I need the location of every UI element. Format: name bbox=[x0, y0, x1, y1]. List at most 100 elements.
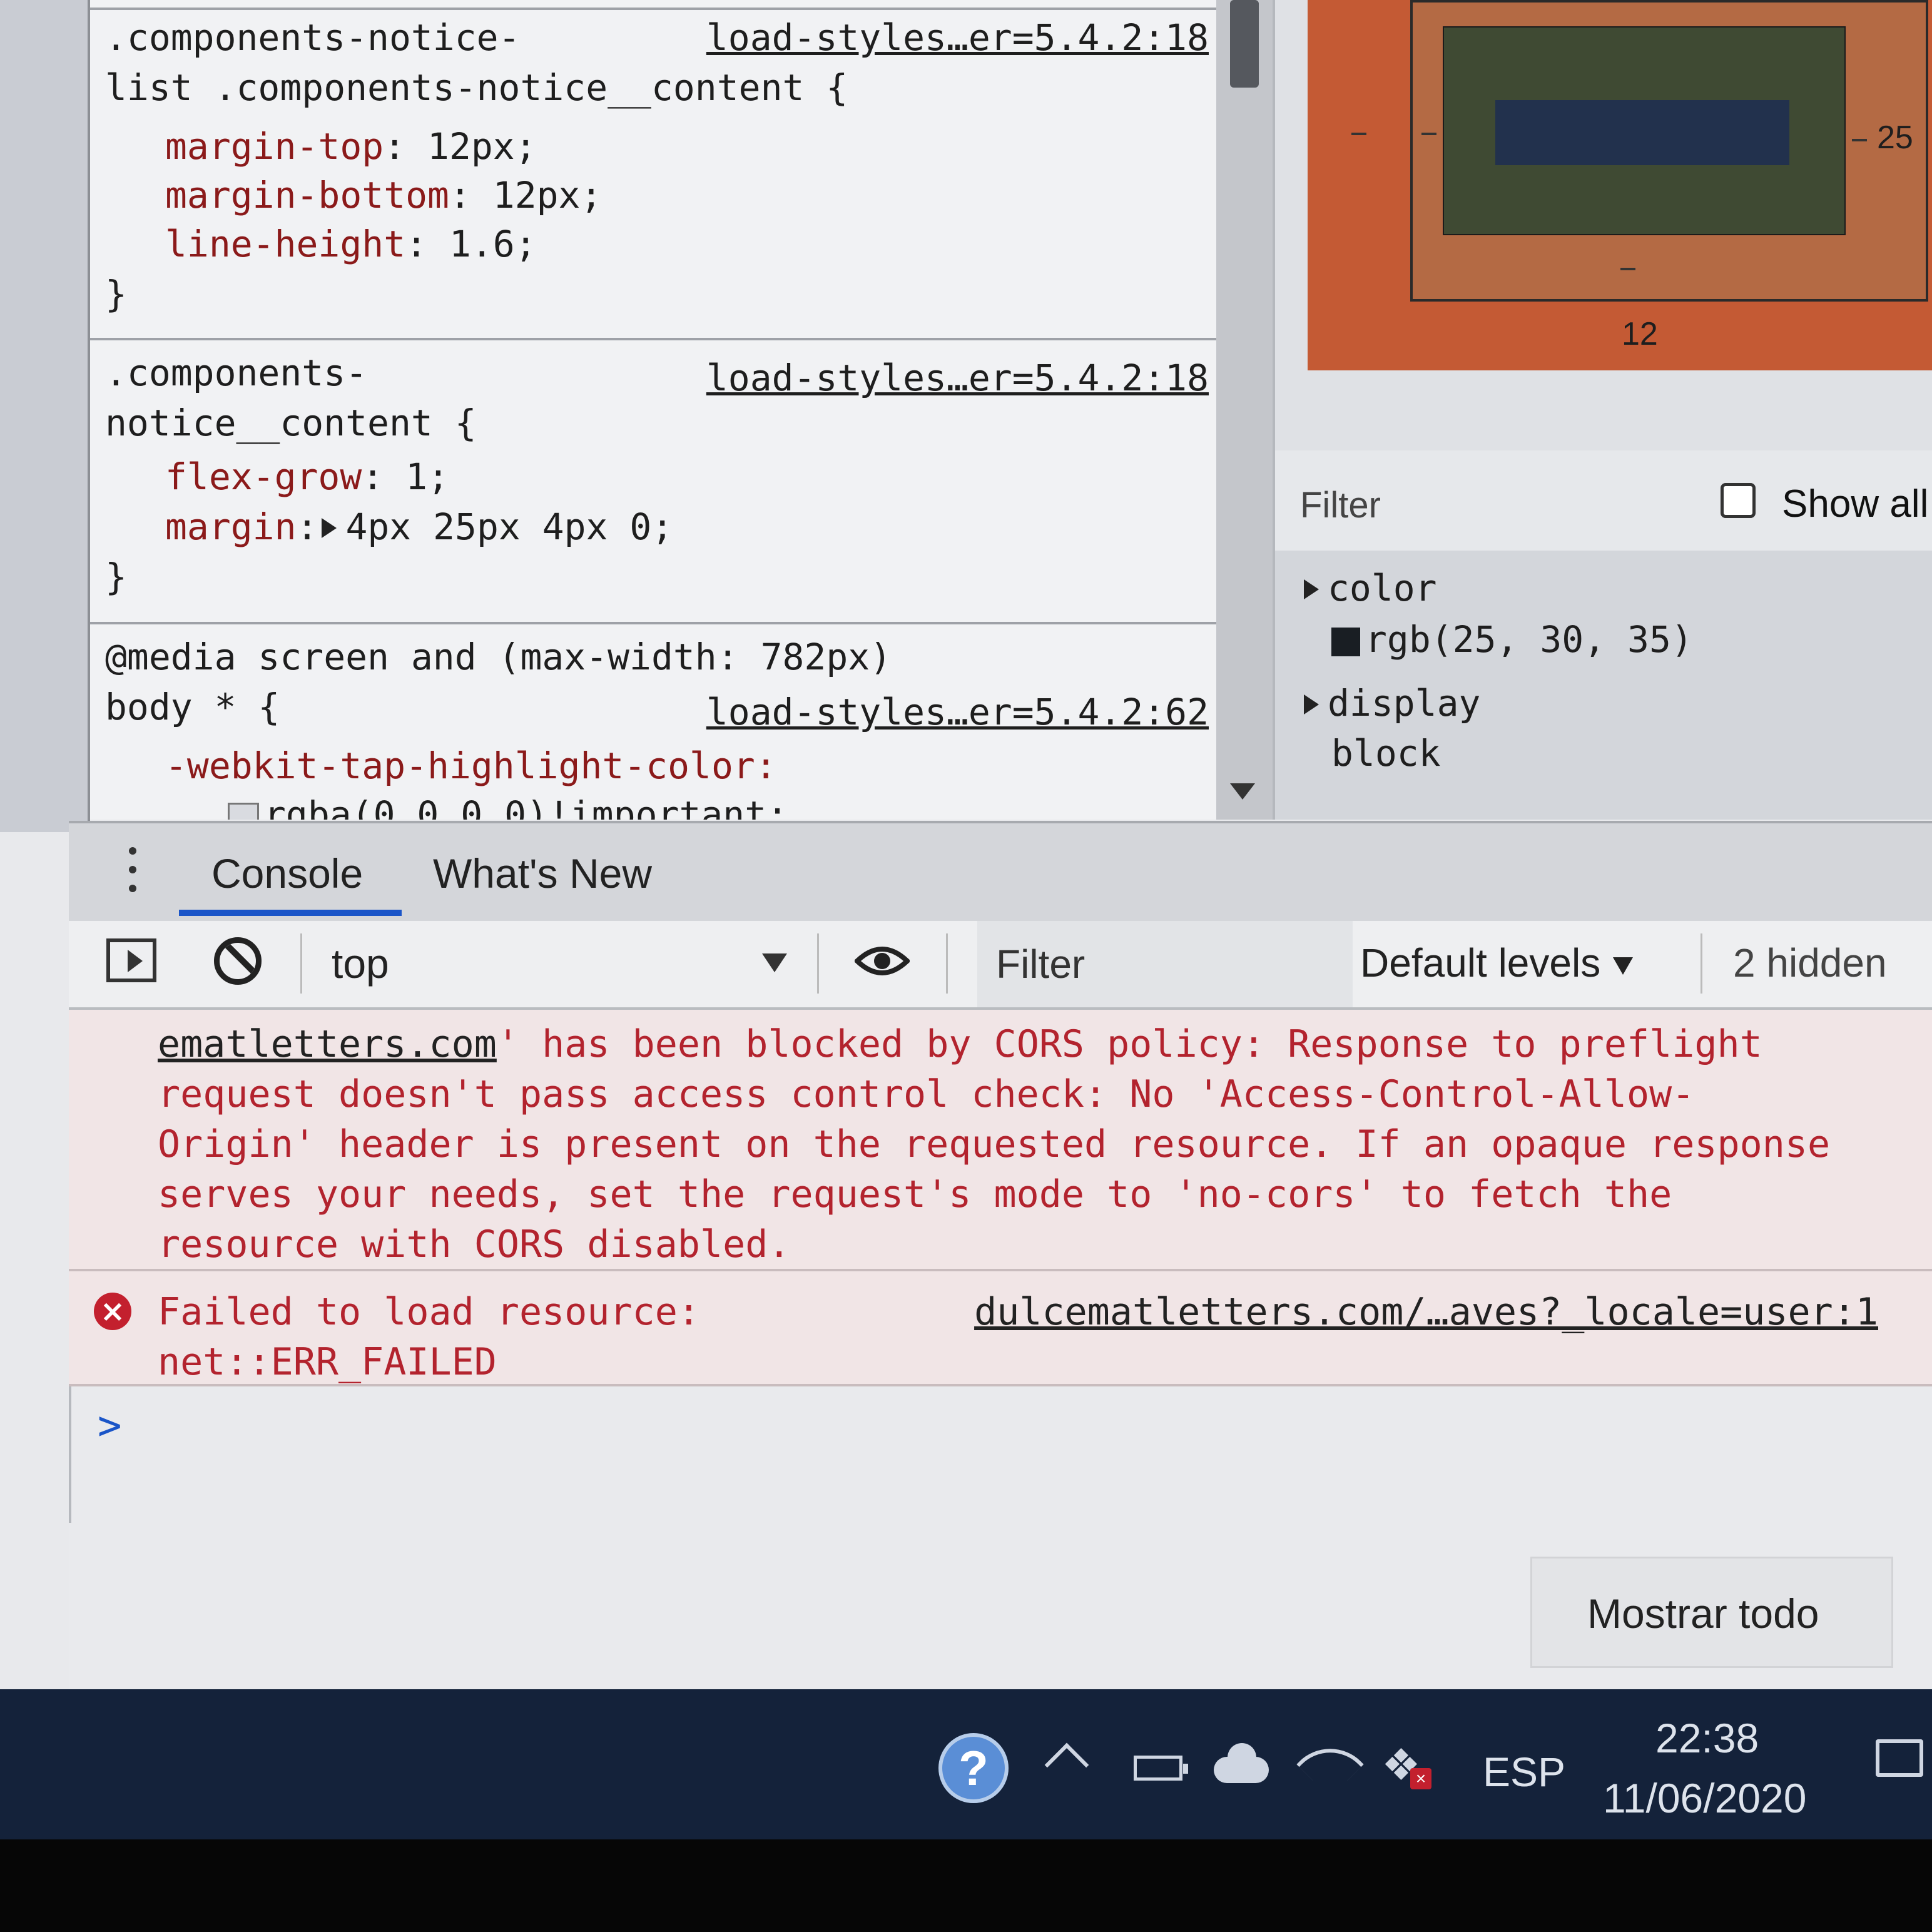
language-indicator[interactable]: ESP bbox=[1483, 1748, 1565, 1796]
box-model-margin[interactable]: 25 12 bbox=[1308, 0, 1932, 370]
window-edge bbox=[0, 0, 88, 832]
prop-name: -webkit-tap-highlight-color: bbox=[165, 745, 777, 787]
wifi-icon[interactable] bbox=[1296, 1731, 1364, 1798]
rule3-prop-value[interactable]: rgba(0,0,0,0)!important; bbox=[228, 793, 788, 820]
color-swatch-icon[interactable] bbox=[1331, 627, 1360, 656]
console-filter-input[interactable]: Filter bbox=[977, 921, 1353, 1007]
live-expression-eye-icon[interactable] bbox=[855, 942, 910, 980]
box-model-content[interactable] bbox=[1495, 100, 1789, 165]
cors-line1-text: ' has been blocked by CORS policy: Respo… bbox=[496, 1022, 1762, 1066]
styles-scrollbar[interactable] bbox=[1216, 0, 1273, 820]
cors-line4: serves your needs, set the request's mod… bbox=[158, 1172, 1672, 1216]
color-swatch-icon[interactable] bbox=[228, 802, 259, 820]
rule-divider bbox=[90, 622, 1216, 624]
show-sidebar-icon[interactable] bbox=[106, 938, 156, 982]
rule2-selector-line1: .components- bbox=[105, 352, 368, 394]
prop-value[interactable]: 1; bbox=[405, 455, 449, 498]
box-model-dash bbox=[1421, 133, 1436, 135]
box-model-dash bbox=[1852, 139, 1867, 141]
expand-triangle-icon[interactable] bbox=[1304, 579, 1319, 599]
rule1-prop-margin-bottom[interactable]: margin-bottom: 12px; bbox=[165, 174, 602, 216]
prop-value[interactable]: rgba(0,0,0,0)!important; bbox=[264, 793, 788, 820]
box-model-margin-bottom[interactable]: 12 bbox=[1622, 315, 1658, 353]
console-error-cors[interactable]: ematletters.com' has been blocked by COR… bbox=[69, 1010, 1932, 1271]
show-all-label[interactable]: Show all bbox=[1782, 482, 1928, 526]
computed-prop-name: color bbox=[1328, 567, 1437, 609]
rule2-close-brace: } bbox=[105, 556, 127, 598]
rule1-prop-line-height[interactable]: line-height: 1.6; bbox=[165, 223, 537, 265]
rule1-selector-line1: .components-notice- bbox=[105, 16, 521, 59]
toolbar-separator bbox=[300, 933, 302, 994]
rule3-prop[interactable]: -webkit-tap-highlight-color: bbox=[165, 745, 777, 787]
rule1-prop-margin-top[interactable]: margin-top: 12px; bbox=[165, 125, 537, 168]
rule1-source-link[interactable]: load-styles…er=5.4.2:18 bbox=[706, 16, 1209, 59]
computed-prop-value: rgb(25, 30, 35) bbox=[1365, 618, 1693, 661]
onedrive-cloud-icon[interactable] bbox=[1214, 1743, 1269, 1783]
tab-whats-new[interactable]: What's New bbox=[433, 850, 652, 897]
computed-prop-display[interactable]: display bbox=[1300, 682, 1480, 724]
console-filter-placeholder: Filter bbox=[996, 942, 1085, 987]
monitor-bezel bbox=[0, 1839, 1932, 1932]
prop-name: margin-top bbox=[165, 125, 384, 168]
rule-divider bbox=[90, 338, 1216, 340]
toolbar-separator bbox=[946, 933, 948, 994]
dropbox-error-badge-icon: × bbox=[1410, 1768, 1431, 1789]
error-source-link[interactable]: dulcematletters.com/…aves?_locale=user:1 bbox=[974, 1290, 1878, 1334]
console-prompt-icon[interactable]: > bbox=[98, 1403, 122, 1449]
notifications-icon[interactable] bbox=[1876, 1739, 1923, 1777]
error-icon: × bbox=[94, 1293, 131, 1330]
screen: .components-notice- load-styles…er=5.4.2… bbox=[0, 0, 1932, 1689]
cors-link[interactable]: ematletters.com bbox=[158, 1022, 497, 1066]
context-selector[interactable]: top bbox=[332, 940, 389, 987]
computed-filter-bar: Filter Show all bbox=[1275, 450, 1932, 551]
console-toolbar: top Filter Default levels 2 hidden bbox=[69, 921, 1932, 1010]
more-options-icon[interactable] bbox=[129, 847, 136, 897]
computed-filter-input[interactable]: Filter bbox=[1300, 484, 1381, 526]
toolbar-separator bbox=[817, 933, 819, 994]
computed-prop-color[interactable]: color bbox=[1300, 567, 1437, 609]
cors-line3: Origin' header is present on the request… bbox=[158, 1122, 1831, 1166]
battery-icon[interactable] bbox=[1134, 1756, 1188, 1781]
context-dropdown-icon[interactable] bbox=[762, 953, 787, 972]
tab-console[interactable]: Console bbox=[211, 850, 363, 897]
error-line1: Failed to load resource: bbox=[158, 1290, 700, 1334]
computed-properties-list: color rgb(25, 30, 35) display block bbox=[1275, 551, 1932, 820]
show-all-checkbox[interactable] bbox=[1721, 483, 1756, 518]
clock-time[interactable]: 22:38 bbox=[1655, 1714, 1759, 1762]
rule3-selector: body * { bbox=[105, 686, 280, 728]
rule2-source-link[interactable]: load-styles…er=5.4.2:18 bbox=[706, 357, 1209, 399]
show-all-notification[interactable]: Mostrar todo bbox=[1530, 1557, 1893, 1668]
show-hidden-icons-icon[interactable] bbox=[1044, 1742, 1089, 1787]
prop-value[interactable]: 4px 25px 4px 0; bbox=[345, 506, 673, 548]
cors-line5: resource with CORS disabled. bbox=[158, 1223, 791, 1266]
expand-triangle-icon[interactable] bbox=[1304, 694, 1319, 714]
taskbar: ? ❖ × ESP 22:38 11/06/2020 bbox=[0, 1689, 1932, 1839]
rule2-prop-margin[interactable]: margin: 4px 25px 4px 0; bbox=[165, 506, 673, 548]
rule2-prop-flex-grow[interactable]: flex-grow: 1; bbox=[165, 455, 449, 498]
help-icon[interactable]: ? bbox=[938, 1733, 1009, 1803]
computed-sidebar: 25 12 Filter Show all color rgb(25, 30, … bbox=[1273, 0, 1932, 820]
prop-name: margin-bottom bbox=[165, 174, 449, 216]
toolbar-separator bbox=[1701, 933, 1702, 994]
box-model-dash bbox=[1351, 133, 1366, 135]
box-model-margin-right[interactable]: 25 bbox=[1877, 119, 1913, 156]
prop-name: flex-grow bbox=[165, 455, 362, 498]
expand-triangle-icon[interactable] bbox=[322, 517, 337, 538]
error-line2: net::ERR_FAILED bbox=[158, 1340, 497, 1384]
prop-value[interactable]: 1.6; bbox=[449, 223, 537, 265]
mostrar-todo-button[interactable]: Mostrar todo bbox=[1587, 1590, 1819, 1637]
clock-date[interactable]: 11/06/2020 bbox=[1603, 1774, 1806, 1822]
console-error-failed-load[interactable]: × Failed to load resource: net::ERR_FAIL… bbox=[69, 1271, 1932, 1386]
prop-value[interactable]: 12px; bbox=[427, 125, 537, 168]
rule3-media-query: @media screen and (max-width: 782px) bbox=[105, 636, 892, 678]
rule2-selector-line2: notice__content { bbox=[105, 402, 477, 444]
computed-value-display: block bbox=[1331, 732, 1441, 775]
rule3-source-link[interactable]: load-styles…er=5.4.2:62 bbox=[706, 691, 1209, 733]
hidden-messages-count: 2 hidden bbox=[1733, 940, 1887, 985]
prop-value[interactable]: 12px; bbox=[493, 174, 602, 216]
levels-label: Default levels bbox=[1360, 940, 1601, 985]
scroll-down-arrow-icon[interactable] bbox=[1230, 783, 1255, 800]
clear-console-icon[interactable] bbox=[214, 937, 262, 985]
styles-scrollbar-thumb[interactable] bbox=[1230, 0, 1259, 88]
default-levels-dropdown[interactable]: Default levels bbox=[1360, 940, 1634, 986]
